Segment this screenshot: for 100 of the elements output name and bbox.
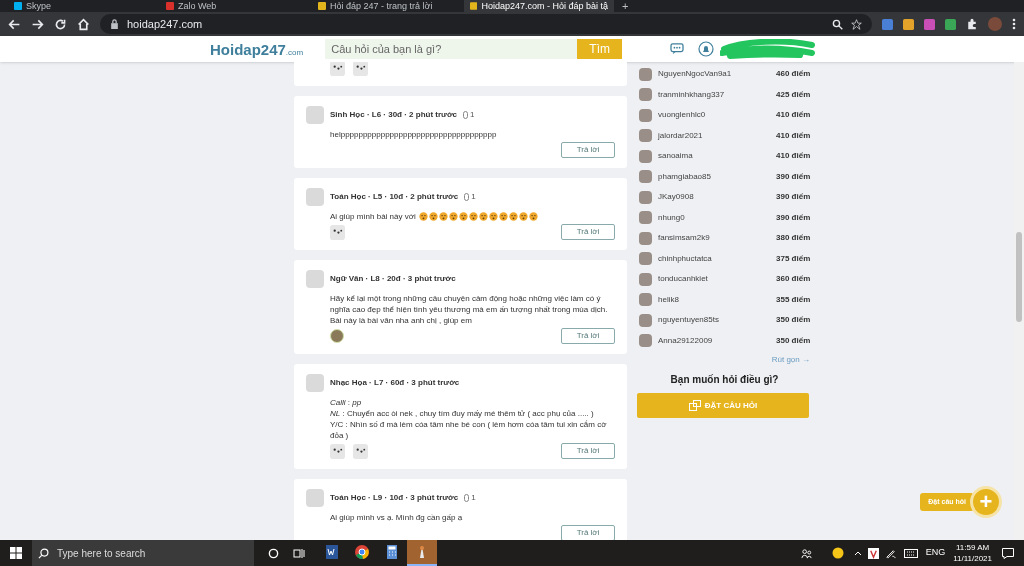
emoji-face-icon [418,212,428,221]
reply-button[interactable]: Trả lời [561,224,615,240]
windows-start-icon[interactable] [10,547,22,559]
user-avatar[interactable] [639,293,652,307]
address-bar[interactable]: hoidap247.com [100,14,872,34]
question-text: Ai giúp mình vs ạ. Mình đg cần gấp ạ [330,512,464,523]
username-link[interactable]: phamgiabao85 [658,170,770,183]
tray-app-icon[interactable] [831,547,844,559]
home-icon[interactable] [77,17,90,31]
username-link[interactable]: chinhphuctatca [658,252,770,265]
username-link[interactable]: nguyentuyen85ts [658,314,770,327]
user-avatar[interactable] [639,272,652,286]
task-view-icon[interactable] [293,547,305,559]
question-meta: Toán Học · L9 · 10đ · 3 phút trước [330,492,459,504]
question-text: Calli : pp [330,397,363,408]
user-avatar[interactable] [639,149,652,163]
username-link[interactable]: tranminhkhang337 [658,88,770,101]
question-text: NL : Chuyển acc òi nek , chuy tím đuy mấy mé thêm tử ( acc phụ của ..... ) [330,408,595,419]
reply-button[interactable]: Trả lời [561,142,615,158]
answer-count: 1 [471,191,476,203]
clock[interactable]: 11:59 AM 11/11/2021 [953,542,992,564]
extension-icon[interactable] [882,18,893,30]
username-link[interactable]: sanoaima [658,150,770,163]
question-text: Y/C : Nhìn số đ mà lèm cóa tâm nhe bé con ( lèm hơm cóa tâm tui xin cắm cờ đỏa ) [330,419,608,441]
question-text: Ai giúp mình bài này với [330,211,416,222]
username-link[interactable]: helik8 [658,293,770,306]
user-avatar[interactable] [639,67,652,81]
tab-title: Zalo Web [178,1,217,11]
emoji-face-icon [438,212,448,221]
user-avatar[interactable] [639,190,652,204]
ask-heading: Bạn muốn hỏi điều gì? [669,373,780,387]
user-avatar[interactable] [639,170,652,184]
emoji-face-icon [468,212,478,221]
search-field[interactable]: Câu hỏi của bạn là gì? [325,39,578,59]
user-avatar[interactable] [639,129,652,143]
user-avatar[interactable] [639,252,652,266]
user-avatar[interactable] [639,211,652,225]
zoom-icon[interactable] [832,18,843,30]
extension-icon[interactable] [903,18,914,30]
user-avatar[interactable] [639,334,652,348]
question-meta: Ngữ Văn · L8 · 20đ · 3 phút trước [330,273,456,285]
attachment-thumbnail-icon[interactable] [330,224,345,240]
username-link[interactable]: nhung0 [658,211,770,224]
emoji-face-icon [528,212,538,221]
new-tab-button[interactable]: + [616,1,635,12]
username-link[interactable]: fansimsam2k9 [658,232,770,245]
reload-icon[interactable] [54,17,67,31]
score-text: 350 điểm [776,334,811,347]
user-avatar[interactable] [639,313,652,327]
attachment-clip-icon [463,111,469,119]
site-logo[interactable]: Hoidap247.com [210,41,304,57]
attachment-photo-placeholder[interactable] [330,329,344,343]
reply-button[interactable]: Trả lời [561,328,615,344]
username-link[interactable]: NguyenNgocVan9a1 [658,68,770,81]
attachment-thumbnail-icon[interactable] [330,443,345,459]
browser-tab[interactable]: Hoidap247.com - Hỏi đáp bài tậ [464,0,614,12]
forward-icon[interactable] [31,17,44,31]
input-language[interactable]: ENG [925,546,946,560]
attachment-thumbnail-icon[interactable] [353,62,368,76]
more-menu-icon[interactable] [1012,18,1016,30]
emoji-face-icon [508,212,518,221]
question-meta: Toán Học · L5 · 10đ · 2 phút trước [330,191,459,203]
notification-icon[interactable] [1002,547,1014,559]
back-icon[interactable] [8,17,21,31]
tab-title: Hoidap247.com - Hỏi đáp bài tậ [481,1,608,11]
emoji-face-icon [448,212,458,221]
question-text: Bài này là bài văn nha anh chị , giúp em [330,315,473,326]
username-link[interactable]: vuonglenhlc0 [658,109,770,122]
tab-favicon-icon [14,2,22,10]
username-link[interactable]: jalordar2021 [658,129,770,142]
pen-icon[interactable] [884,547,896,559]
attachment-thumbnail-icon[interactable] [353,443,368,459]
attachment-thumbnail-icon[interactable] [330,62,345,76]
username-link[interactable]: tonducanhkiet [658,273,770,286]
chat-icon[interactable] [670,43,685,55]
people-icon[interactable] [800,547,812,559]
username-link[interactable]: JKay0908 [658,191,770,204]
reply-button[interactable]: Trả lời [561,443,615,459]
url-text: hoidap247.com [127,16,203,32]
score-text: 410 điểm [776,129,811,142]
cortana-icon[interactable] [268,547,279,559]
user-avatar[interactable] [639,231,652,245]
emoji-face-icon [498,212,508,221]
extension-icon[interactable] [945,18,956,30]
attachment-clip-icon [464,193,470,201]
extension-icon[interactable] [924,18,935,30]
user-avatar[interactable] [639,108,652,122]
score-text: 375 điểm [776,252,811,265]
tab-favicon-icon [318,2,326,10]
antivirus-icon[interactable] [867,547,879,559]
puzzle-icon[interactable] [966,18,978,30]
bell-icon[interactable] [698,41,715,57]
tab-favicon-icon [166,2,174,10]
star-icon[interactable] [851,18,862,30]
taskbar-search-field[interactable]: Type here to search [32,540,254,566]
word-app-icon [324,544,340,560]
username-link[interactable]: Anna29122009 [658,334,770,347]
user-avatar[interactable] [639,88,652,102]
chevron-up-icon[interactable] [853,550,862,556]
keyboard-icon[interactable] [903,548,918,558]
